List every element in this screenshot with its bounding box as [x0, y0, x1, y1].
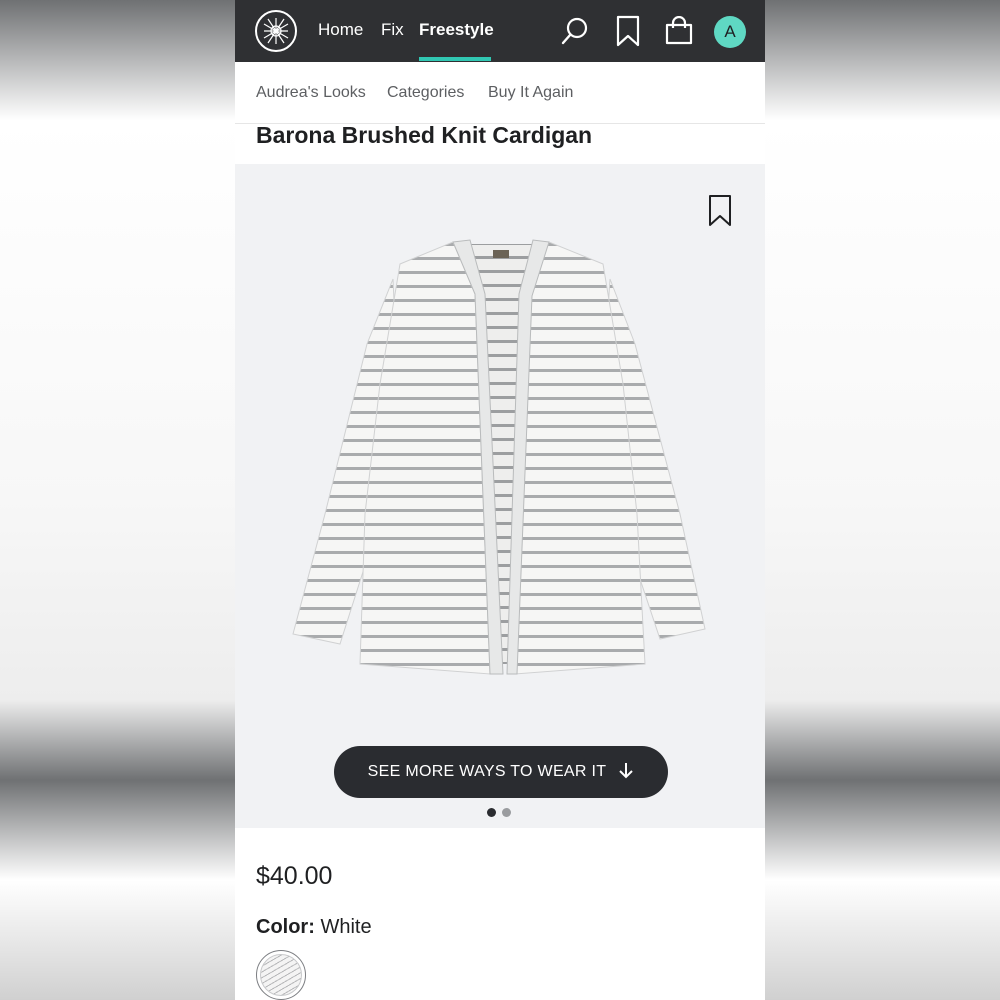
- swatch-pattern: [260, 954, 302, 996]
- active-tab-indicator: [419, 57, 491, 61]
- see-more-ways-button[interactable]: SEE MORE WAYS TO WEAR IT: [334, 746, 668, 798]
- nav-freestyle-link[interactable]: Freestyle: [419, 20, 494, 40]
- color-selection: Color: White: [256, 916, 372, 939]
- avatar[interactable]: A: [714, 16, 746, 48]
- app-screen: Home Fix Freestyle A Audrea's Looks Cate…: [235, 0, 765, 1000]
- subnav-item-categories[interactable]: Categories: [387, 84, 464, 102]
- product-price: $40.00: [256, 862, 333, 890]
- subnav-item-looks[interactable]: Audrea's Looks: [256, 84, 366, 102]
- save-item-bookmark-icon[interactable]: [707, 194, 733, 228]
- bookmark-icon[interactable]: [611, 14, 645, 48]
- logo-icon[interactable]: [255, 10, 297, 52]
- nav-fix-link[interactable]: Fix: [381, 20, 404, 40]
- nav-home-link[interactable]: Home: [318, 20, 363, 40]
- carousel-dot-active[interactable]: [487, 808, 496, 817]
- subnav-item-buy-again[interactable]: Buy It Again: [488, 84, 573, 102]
- carousel-dots: [487, 808, 511, 817]
- top-navigation-bar: Home Fix Freestyle A: [235, 0, 765, 62]
- arrow-down-icon: [618, 761, 634, 784]
- product-image: [285, 234, 715, 684]
- product-image-carousel[interactable]: SEE MORE WAYS TO WEAR IT: [235, 164, 765, 828]
- search-icon[interactable]: [558, 14, 592, 48]
- sub-navigation: Audrea's Looks Categories Buy It Again: [235, 62, 765, 124]
- see-more-ways-label: SEE MORE WAYS TO WEAR IT: [367, 763, 607, 780]
- product-title: Barona Brushed Knit Cardigan: [256, 122, 593, 148]
- color-swatch-white[interactable]: [256, 950, 306, 1000]
- color-value: White: [320, 916, 372, 938]
- carousel-dot[interactable]: [502, 808, 511, 817]
- color-label: Color:: [256, 916, 315, 938]
- bag-icon[interactable]: [662, 14, 696, 48]
